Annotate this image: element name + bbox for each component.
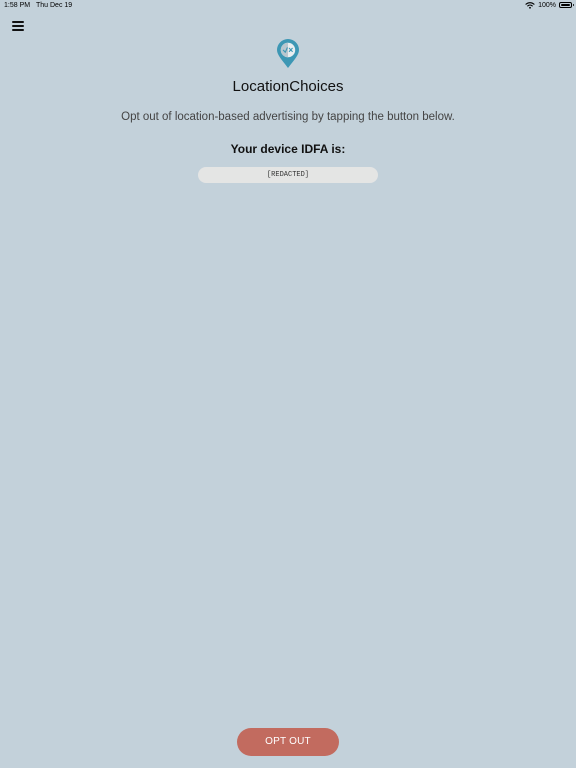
hamburger-menu-icon-line xyxy=(12,25,24,28)
status-indicators: 100% xyxy=(525,1,574,9)
battery-icon xyxy=(559,2,574,8)
status-bar: 1:58 PM Thu Dec 19 100% xyxy=(0,0,576,12)
battery-percent: 100% xyxy=(538,1,556,9)
opt-out-button[interactable]: OPT OUT xyxy=(237,728,339,756)
wifi-icon xyxy=(525,1,535,9)
hamburger-menu-icon-line xyxy=(12,29,24,32)
hamburger-menu-icon xyxy=(12,21,24,24)
status-date: Thu Dec 19 xyxy=(36,2,73,9)
location-pin-check-cross-icon xyxy=(276,39,300,69)
description-text: Opt out of location-based advertising by… xyxy=(121,111,455,123)
page-title: LocationChoices xyxy=(232,78,344,95)
battery-level-fill xyxy=(561,4,570,6)
idfa-value-field: [REDACTED] xyxy=(198,167,378,183)
idfa-label: Your device IDFA is: xyxy=(230,142,346,156)
menu-button[interactable] xyxy=(11,19,25,33)
status-time: 1:58 PM xyxy=(4,2,31,9)
